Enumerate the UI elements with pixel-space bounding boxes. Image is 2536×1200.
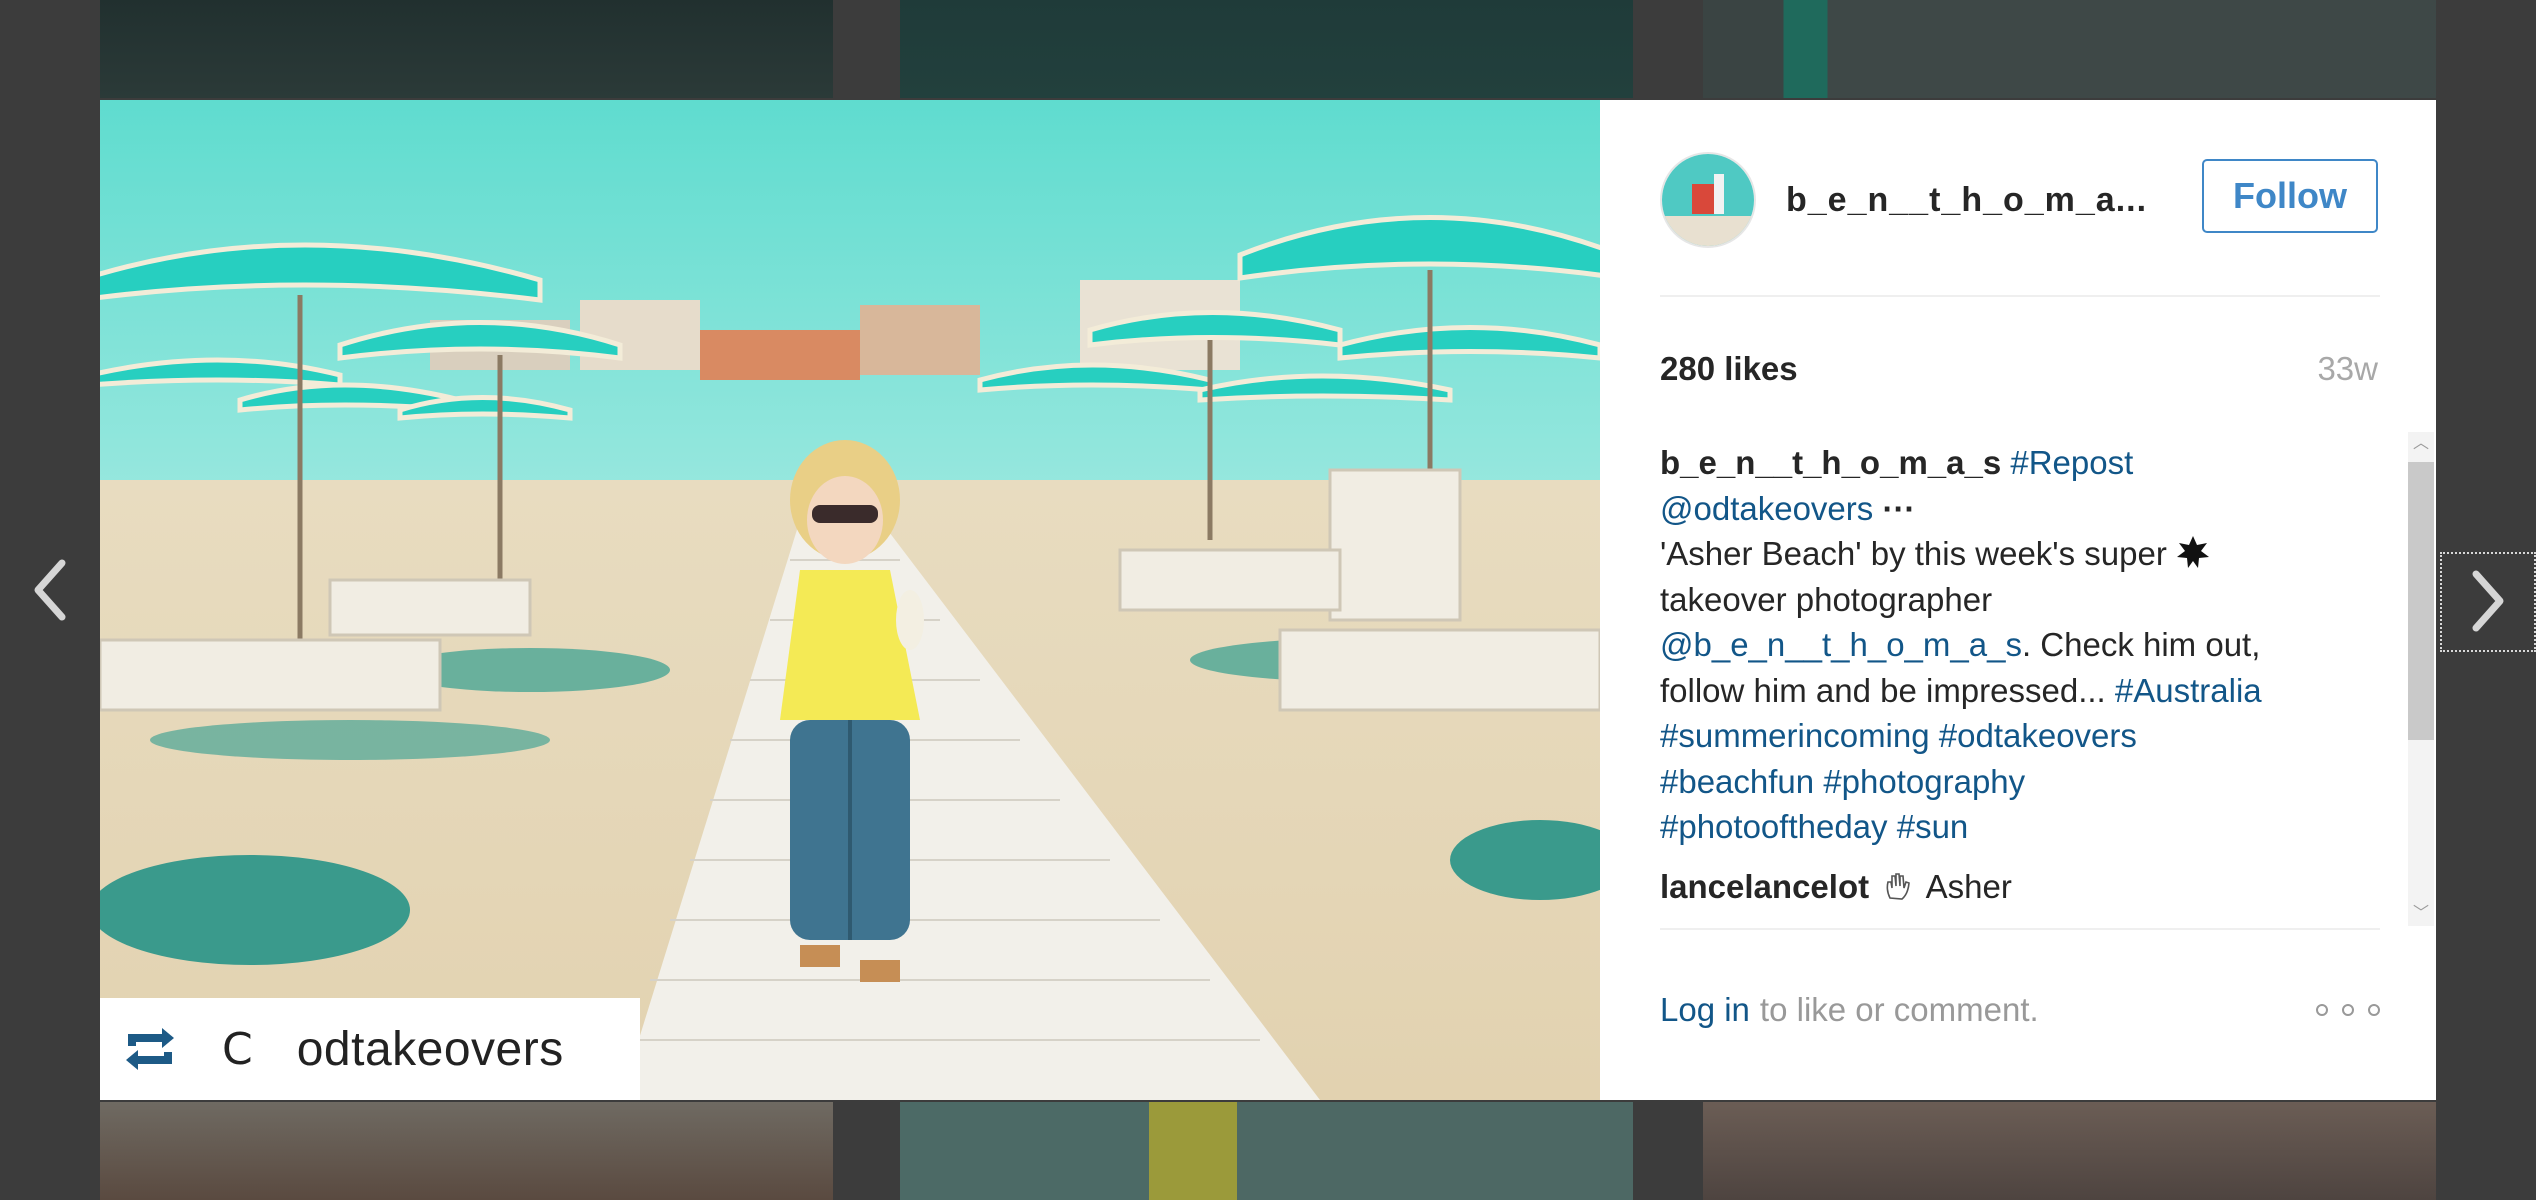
caption-text: takeover photographer [1660, 580, 1993, 618]
caption-line: #beachfun #photography [1660, 759, 2380, 805]
post-modal: С odtakeovers b_e_n__t_h_o_m_a... Follow… [100, 100, 2436, 1100]
grid-thumbnail[interactable] [900, 1102, 1633, 1200]
avatar[interactable] [1660, 152, 1756, 248]
post-time[interactable]: 33w [2317, 350, 2378, 388]
avatar-image [1662, 154, 1754, 246]
mention-link[interactable]: @b_e_n__t_h_o_m_a_s [1660, 626, 2022, 663]
more-options-button[interactable] [2316, 1000, 2380, 1020]
hashtag-link[interactable]: #photography [1823, 763, 2025, 800]
divider [1660, 928, 2380, 930]
follow-button[interactable]: Follow [2202, 159, 2378, 233]
comment-item: lancelancelot Asher [1660, 864, 2380, 910]
divider [1660, 295, 2380, 297]
caption-text: 'Asher Beach' by this week's super [1660, 535, 2167, 572]
caption-line: follow him and be impressed... #Australi… [1660, 668, 2380, 714]
star-icon [2176, 536, 2209, 568]
post-header: b_e_n__t_h_o_m_a... Follow [1660, 150, 2380, 250]
login-link[interactable]: Log in [1660, 991, 1750, 1029]
grid-thumbnail[interactable] [100, 0, 833, 98]
caption-line: 'Asher Beach' by this week's super [1660, 531, 2380, 577]
comments-scrollbar[interactable]: ︿ ﹀ [2408, 432, 2434, 926]
hashtag-link[interactable]: #sun [1897, 808, 1969, 845]
repost-icon [126, 1028, 174, 1070]
hashtag-link[interactable]: #summerincoming [1660, 717, 1930, 754]
caption-username[interactable]: b_e_n__t_h_o_m_a_s [1660, 444, 2001, 481]
repost-bracket-icon: С [222, 1023, 253, 1075]
scroll-up-arrow-icon[interactable]: ︿ [2408, 432, 2434, 456]
mention-link[interactable]: @odtakeovers [1660, 490, 1873, 527]
caption-line: @b_e_n__t_h_o_m_a_s. Check him out, [1660, 622, 2380, 668]
hashtag-link[interactable]: #Australia [2115, 672, 2262, 709]
login-prompt: to like or comment. [1759, 991, 2039, 1028]
hashtag-link[interactable]: #beachfun [1660, 763, 1814, 800]
caption-line: b_e_n__t_h_o_m_a_s #Repost [1660, 440, 2380, 486]
grid-thumbnail[interactable] [1703, 0, 2436, 98]
repost-badge: С odtakeovers [100, 998, 640, 1100]
caption-line: #photooftheday #sun [1660, 804, 2380, 850]
username-link[interactable]: b_e_n__t_h_o_m_a... [1786, 181, 2147, 220]
chevron-left-icon [34, 559, 66, 621]
post-photo[interactable]: С odtakeovers [100, 100, 1600, 1100]
caption-line: @odtakeovers ··· [1660, 486, 2380, 532]
caption-text: . Check him out, [2021, 626, 2261, 663]
comments-list: b_e_n__t_h_o_m_a_s #Repost @odtakeovers … [1660, 440, 2380, 920]
previous-post-button[interactable] [20, 555, 80, 645]
grid-thumbnail[interactable] [900, 0, 1633, 98]
hashtag-link[interactable]: #photooftheday [1660, 808, 1888, 845]
wave-hand-icon [1886, 872, 1911, 900]
repost-username: odtakeovers [296, 1022, 564, 1076]
post-sidebar: b_e_n__t_h_o_m_a... Follow 280 likes 33w… [1600, 100, 2436, 1100]
post-footer: Log in to like or comment. [1660, 980, 2380, 1040]
grid-thumbnail[interactable] [100, 1102, 833, 1200]
hashtag-link[interactable]: #Repost [2010, 444, 2133, 481]
more-ellipsis[interactable]: ··· [1882, 490, 1915, 527]
scrollbar-thumb[interactable] [2408, 462, 2434, 740]
more-dot-icon [2316, 1004, 2328, 1016]
more-dot-icon [2368, 1004, 2380, 1016]
likes-count[interactable]: 280 likes [1660, 350, 1798, 388]
comment-text: Asher [1925, 867, 2012, 905]
caption-text: follow him and be impressed... [1660, 671, 2115, 709]
caption-line: #summerincoming #odtakeovers [1660, 713, 2380, 759]
hashtag-link[interactable]: #odtakeovers [1939, 717, 2137, 754]
scroll-down-arrow-icon[interactable]: ﹀ [2408, 902, 2434, 926]
beach-photo-image [100, 100, 1600, 1100]
chevron-right-icon [2472, 570, 2504, 632]
comment-username[interactable]: lancelancelot [1660, 868, 1869, 905]
grid-thumbnail[interactable] [1703, 1102, 2436, 1200]
next-post-button[interactable] [2440, 552, 2536, 652]
caption-line: takeover photographer [1660, 577, 2380, 623]
more-dot-icon [2342, 1004, 2354, 1016]
